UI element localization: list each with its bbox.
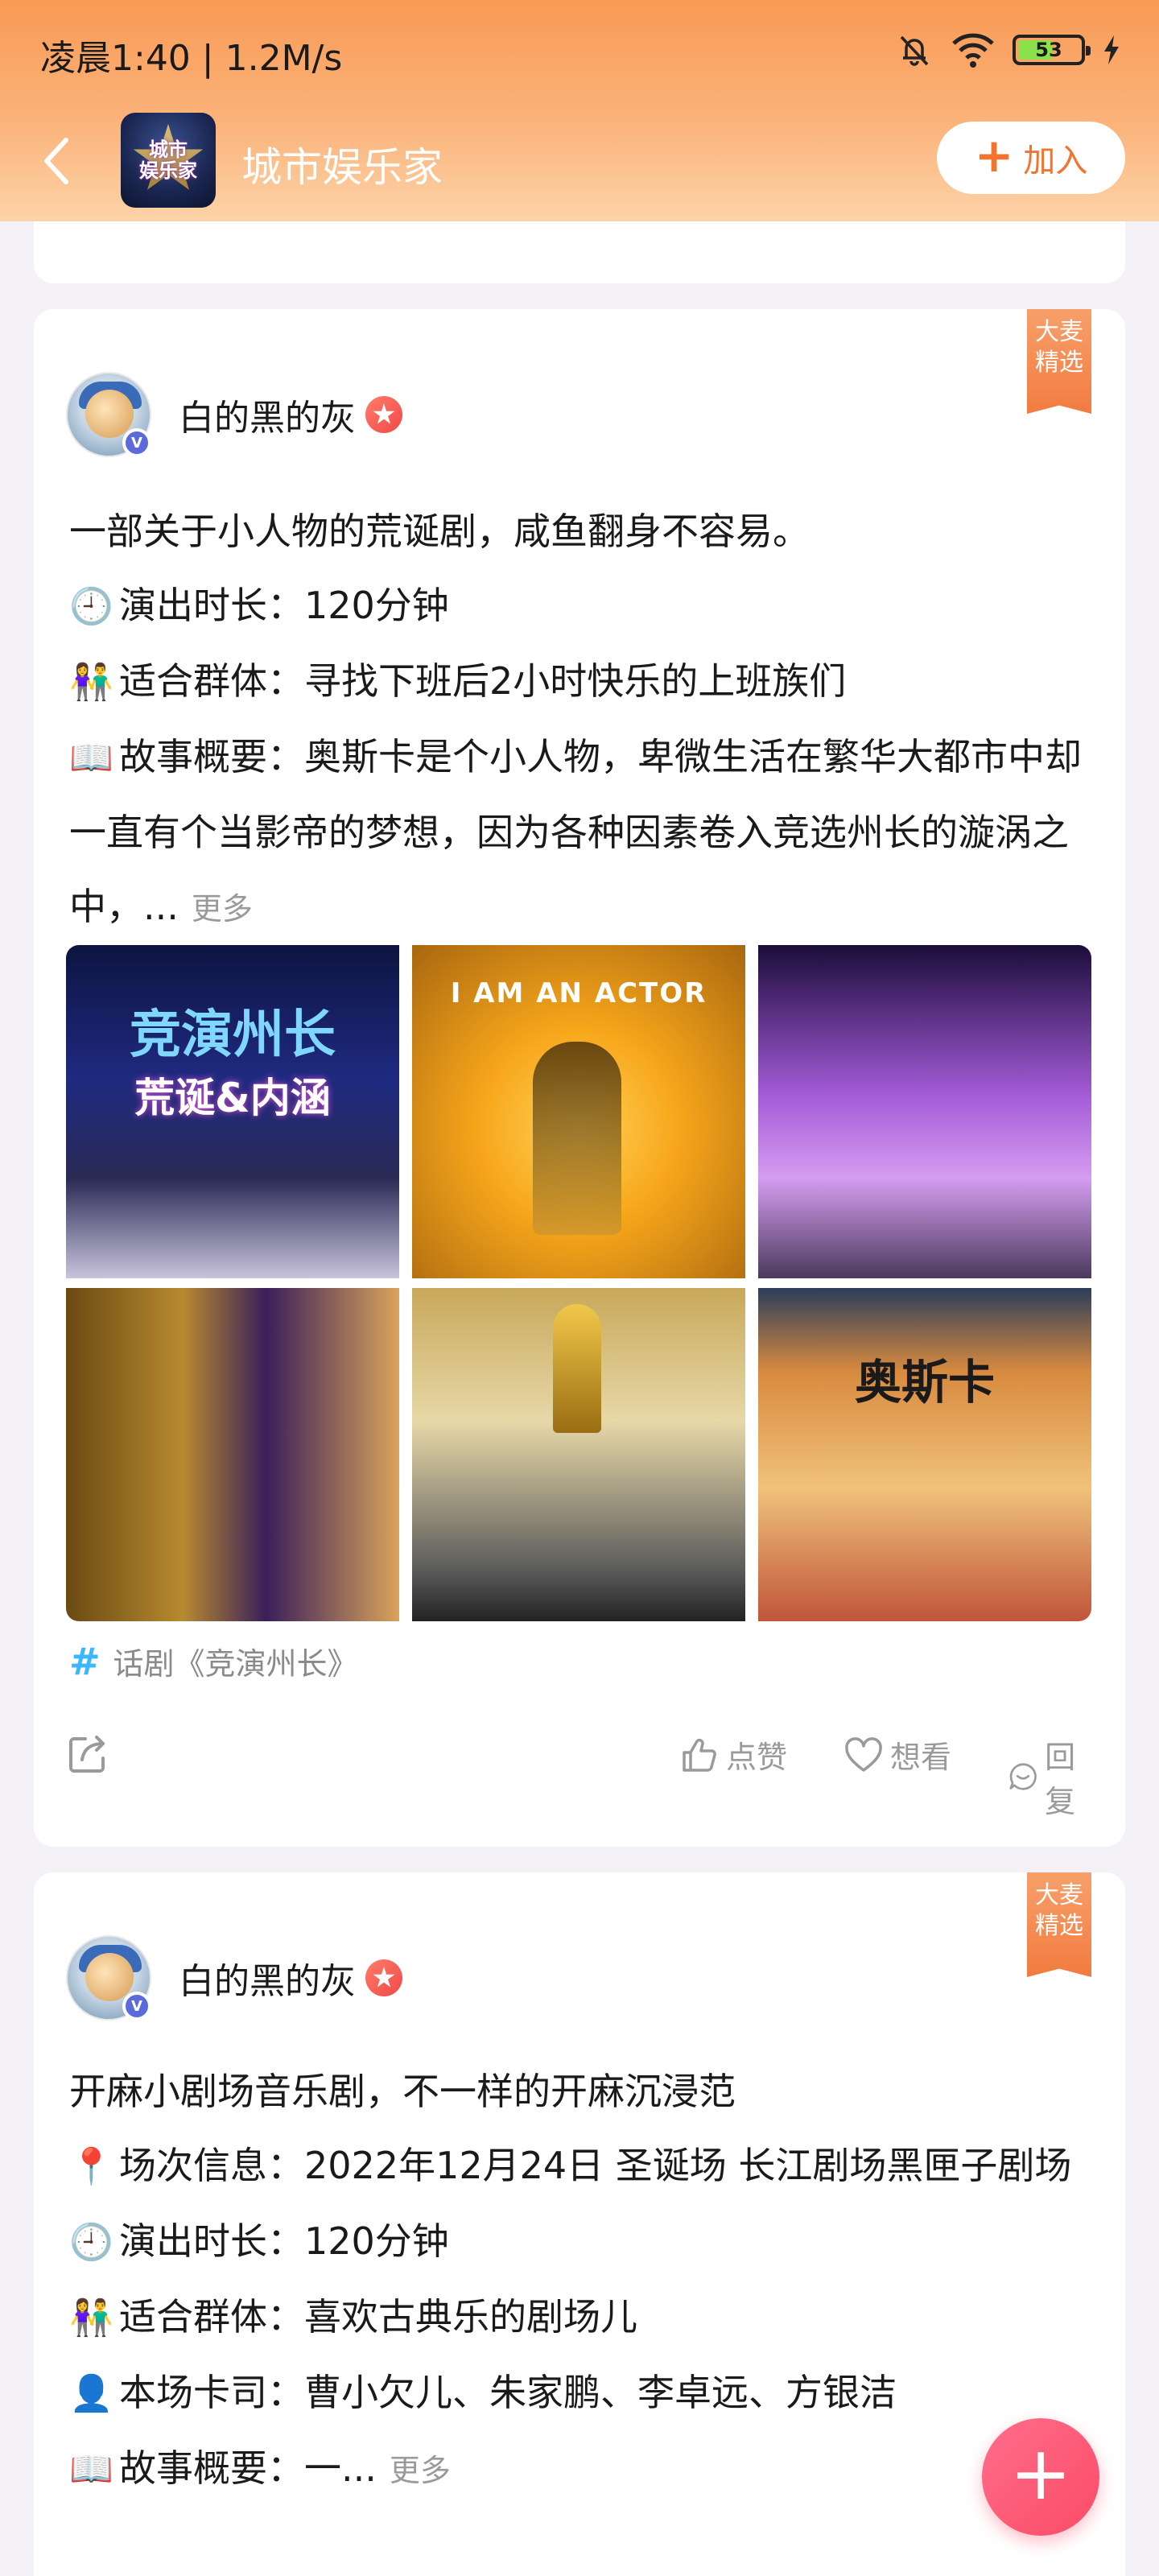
post-line: 🕘 演出时长：120分钟 bbox=[69, 2204, 1091, 2280]
image-caption: I AM AN ACTOR bbox=[450, 977, 707, 1009]
author-name[interactable]: 白的黑的灰 bbox=[179, 1952, 356, 2004]
post-author[interactable]: V 白的黑的灰 bbox=[66, 372, 402, 457]
post-line: 📖 故事概要：一... 更多 bbox=[69, 2431, 1091, 2508]
trophy-shape bbox=[553, 1304, 601, 1433]
heart-icon bbox=[845, 1736, 882, 1772]
thumbs-up-icon bbox=[683, 1738, 716, 1772]
mute-bell-icon bbox=[900, 35, 929, 66]
post-card[interactable]: 大麦 精选 V 白的黑的灰 开麻小剧场音乐剧，不一样的开麻沉浸范 📍 场次信息：20… bbox=[34, 1872, 1125, 2576]
like-button[interactable]: 点赞 bbox=[679, 1732, 787, 1777]
plus-icon: + bbox=[974, 128, 1014, 183]
featured-badge: 大麦 精选 bbox=[1027, 309, 1091, 414]
people-icon: 👫 bbox=[69, 2297, 113, 2339]
more-link[interactable]: 更多 bbox=[192, 891, 253, 927]
post-body[interactable]: 一部关于小人物的荒诞剧，咸鱼翻身不容易。 🕘 演出时长：120分钟 👫 适合群体：寻… bbox=[69, 494, 1091, 946]
avatar-face bbox=[85, 390, 134, 438]
hashtag-icon: # bbox=[69, 1639, 101, 1683]
verified-icon: V bbox=[122, 428, 151, 457]
stage-photo[interactable] bbox=[412, 1288, 745, 1621]
post-line: 📖 故事概要：奥斯卡是个小人物，卑微生活在繁华大都市中却一直有个当影帝的梦想，因为… bbox=[69, 720, 1091, 946]
post-line: 🕘 演出时长：120分钟 bbox=[69, 568, 1091, 644]
post-line-text: 演出时长：120分钟 bbox=[119, 2219, 449, 2263]
book-icon: 📖 bbox=[69, 737, 113, 778]
post-actions: 点赞 想看 回复 bbox=[66, 1726, 1091, 1819]
reply-label: 回复 bbox=[1045, 1740, 1076, 1819]
avatar[interactable]: V bbox=[66, 372, 151, 457]
logo-text: 城市 娱乐家 bbox=[139, 138, 197, 182]
post-line-text: 演出时长：120分钟 bbox=[119, 584, 449, 627]
featured-badge: 大麦 精选 bbox=[1027, 1872, 1091, 1977]
plus-icon: + bbox=[1009, 2430, 1072, 2516]
back-button[interactable] bbox=[32, 129, 80, 193]
join-button[interactable]: + 加入 bbox=[937, 122, 1125, 194]
stage-photo[interactable] bbox=[758, 945, 1091, 1278]
verified-icon: V bbox=[122, 1992, 151, 2021]
clock-icon: 🕘 bbox=[69, 586, 113, 627]
stage-photo[interactable]: 奥斯卡 bbox=[758, 1288, 1091, 1621]
post-author[interactable]: V 白的黑的灰 bbox=[66, 1935, 402, 2021]
post-line: 👫 适合群体：寻找下班后2小时快乐的上班族们 bbox=[69, 644, 1091, 720]
post-line: 👤 本场卡司：曹小欠儿、朱家鹏、李卓远、方银洁 bbox=[69, 2355, 1091, 2431]
topic-label: 话剧《竞演州长》 bbox=[113, 1646, 358, 1682]
status-icons: 53 bbox=[895, 31, 1120, 69]
person-icon: 👤 bbox=[69, 2373, 113, 2414]
vip-badge-icon bbox=[365, 1959, 402, 1996]
stage-photo[interactable] bbox=[66, 1288, 399, 1621]
post-line: 一部关于小人物的荒诞剧，咸鱼翻身不容易。 bbox=[69, 494, 1091, 568]
post-card[interactable]: 大麦 精选 V 白的黑的灰 一部关于小人物的荒诞剧，咸鱼翻身不容易。 🕘 演出时长：… bbox=[34, 309, 1125, 1847]
clock-icon: 🕘 bbox=[69, 2222, 113, 2263]
battery-icon: 53 bbox=[1013, 35, 1091, 65]
post-line-text: 一部关于小人物的荒诞剧，咸鱼翻身不容易。 bbox=[69, 510, 810, 553]
reply-icon bbox=[1009, 1763, 1037, 1790]
book-icon: 📖 bbox=[69, 2449, 113, 2490]
post-line: 开麻小剧场音乐剧，不一样的开麻沉浸范 bbox=[69, 2054, 1091, 2128]
people-icon: 👫 bbox=[69, 662, 113, 703]
poster-image[interactable]: I AM AN ACTOR bbox=[412, 945, 745, 1278]
want-label: 想看 bbox=[890, 1740, 952, 1775]
status-time: 凌晨1:40 | 1.2M/s bbox=[40, 38, 343, 79]
chevron-left-icon bbox=[44, 138, 68, 184]
status-bar: 凌晨1:40 | 1.2M/s 53 bbox=[0, 0, 1159, 105]
location-pin-icon: 📍 bbox=[69, 2146, 113, 2187]
charging-icon bbox=[1104, 35, 1119, 64]
share-icon[interactable] bbox=[66, 1731, 111, 1776]
post-line-text: 开麻小剧场音乐剧，不一样的开麻沉浸范 bbox=[69, 2070, 736, 2113]
topic-tag[interactable]: # 话剧《竞演州长》 bbox=[69, 1639, 358, 1683]
want-button[interactable]: 想看 bbox=[843, 1732, 951, 1777]
post-line-text: 适合群体：喜欢古典乐的剧场儿 bbox=[119, 2295, 637, 2339]
more-link[interactable]: 更多 bbox=[390, 2453, 451, 2488]
post-line-text: 本场卡司：曹小欠儿、朱家鹏、李卓远、方银洁 bbox=[119, 2371, 897, 2414]
image-caption: 竞演州长 bbox=[130, 1005, 336, 1065]
wifi-icon bbox=[952, 33, 994, 68]
image-grid: 竞演州长 荒诞&内涵 I AM AN ACTOR 奥斯卡 bbox=[66, 945, 1091, 1621]
image-caption: 荒诞&内涵 bbox=[134, 1075, 331, 1121]
author-name[interactable]: 白的黑的灰 bbox=[179, 389, 356, 440]
reply-button[interactable]: 回复 bbox=[1008, 1732, 1091, 1821]
post-line: 👫 适合群体：喜欢古典乐的剧场儿 bbox=[69, 2280, 1091, 2355]
top-header: 凌晨1:40 | 1.2M/s 53 城市 娱乐家 城市娱乐家 + 加入 bbox=[0, 0, 1159, 221]
post-line: 📍 场次信息：2022年12月24日 圣诞场 长江剧场黑匣子剧场 bbox=[69, 2128, 1091, 2204]
create-post-button[interactable]: + bbox=[982, 2418, 1099, 2536]
post-line-text: 适合群体：寻找下班后2小时快乐的上班族们 bbox=[119, 659, 847, 703]
join-label: 加入 bbox=[1023, 142, 1088, 180]
avatar-face bbox=[85, 1953, 134, 2001]
post-line-text: 场次信息：2022年12月24日 圣诞场 长江剧场黑匣子剧场 bbox=[119, 2144, 1072, 2187]
figure-shape bbox=[533, 1042, 621, 1235]
post-body[interactable]: 开麻小剧场音乐剧，不一样的开麻沉浸范 📍 场次信息：2022年12月24日 圣诞场… bbox=[69, 2054, 1091, 2508]
image-caption: 奥斯卡 bbox=[854, 1355, 995, 1410]
nav-bar: 城市 娱乐家 城市娱乐家 + 加入 bbox=[0, 105, 1159, 221]
group-logo[interactable]: 城市 娱乐家 bbox=[121, 113, 216, 208]
post-line-text: 故事概要：一... bbox=[119, 2446, 377, 2490]
like-label: 点赞 bbox=[726, 1740, 788, 1775]
group-title: 城市娱乐家 bbox=[241, 144, 443, 191]
avatar[interactable]: V bbox=[66, 1935, 151, 2021]
poster-image[interactable]: 竞演州长 荒诞&内涵 bbox=[66, 945, 399, 1278]
vip-badge-icon bbox=[365, 396, 402, 433]
